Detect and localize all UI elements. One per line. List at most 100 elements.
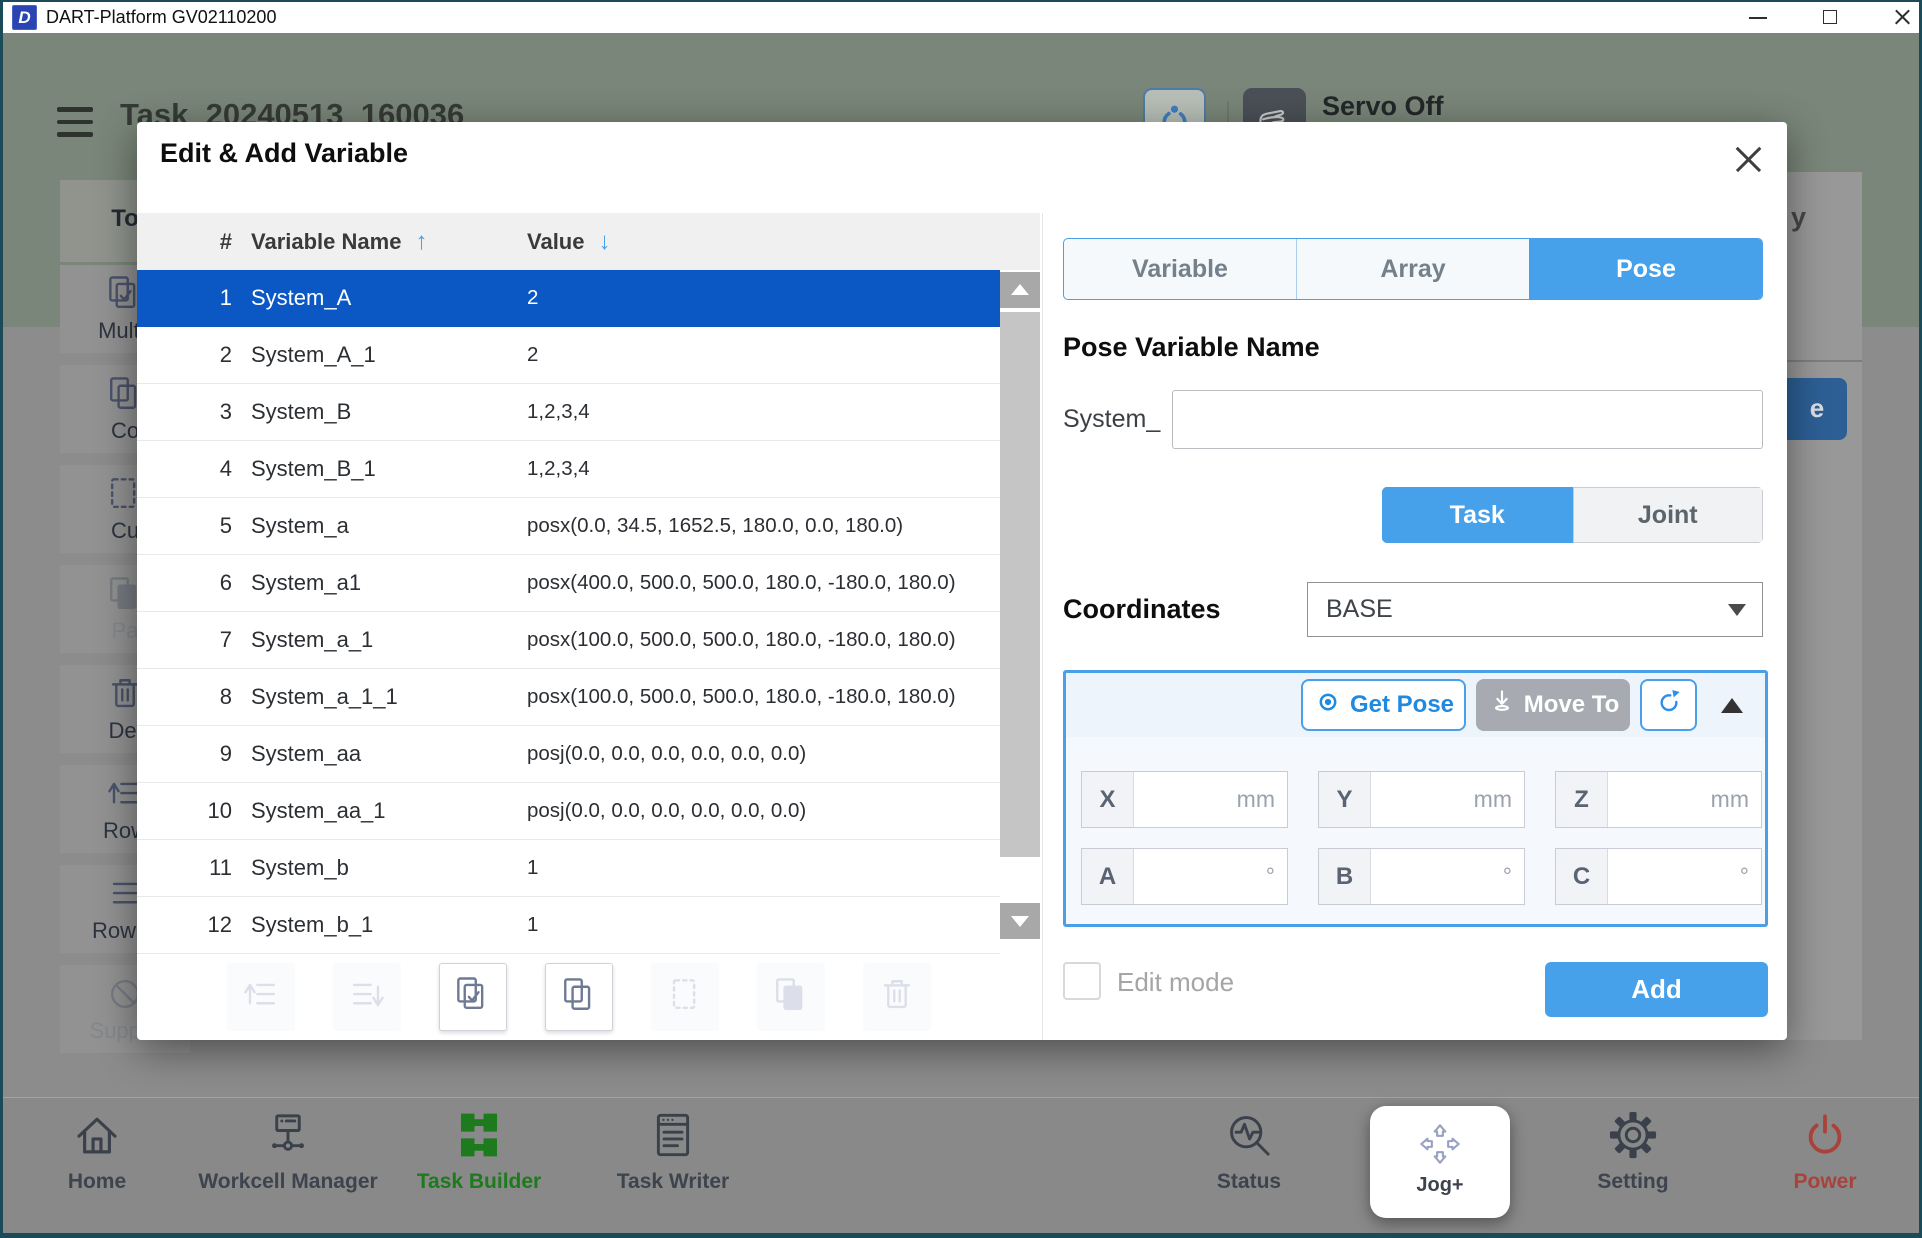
field-input-x[interactable] <box>1134 772 1237 827</box>
variable-name: System_b <box>232 855 508 881</box>
task-builder-icon <box>452 1108 506 1167</box>
variable-value: 1 <box>508 913 1000 937</box>
field-unit: ° <box>1503 849 1524 904</box>
logo-letter: D <box>18 8 30 27</box>
column-header-name: Variable Name <box>251 229 401 254</box>
field-input-c[interactable] <box>1608 849 1740 904</box>
field-input-z[interactable] <box>1608 772 1711 827</box>
tab-pose[interactable]: Pose <box>1529 239 1762 299</box>
row-number: 9 <box>137 741 232 767</box>
task-writer-icon <box>646 1108 700 1167</box>
field-input-b[interactable] <box>1371 849 1503 904</box>
duplicate-icon <box>769 973 813 1022</box>
variable-name: System_A <box>232 285 508 311</box>
nav-item-status[interactable]: Status <box>1129 1108 1369 1194</box>
bottom-navbar: HomeWorkcell ManagerTask BuilderTask Wri… <box>0 1097 1922 1233</box>
variable-name: System_a_1 <box>232 627 508 653</box>
tab-variable[interactable]: Variable <box>1064 239 1296 299</box>
field-unit: mm <box>1711 772 1761 827</box>
row-number: 2 <box>137 342 232 368</box>
table-row[interactable]: 1System_A2 <box>137 270 1000 327</box>
paste-button[interactable] <box>651 963 719 1031</box>
pose-panel-section: VariableArrayPose Pose Variable Name Sys… <box>1063 122 1768 1040</box>
field-unit: mm <box>1474 772 1524 827</box>
row-number: 12 <box>137 912 232 938</box>
field-label: B <box>1319 849 1371 904</box>
target-icon <box>1313 687 1350 724</box>
table-row[interactable]: 7System_a_1posx(100.0, 500.0, 500.0, 180… <box>137 612 1000 669</box>
variable-value: posx(100.0, 500.0, 500.0, 180.0, -180.0,… <box>508 685 1000 709</box>
table-row[interactable]: 8System_a_1_1posx(100.0, 500.0, 500.0, 1… <box>137 669 1000 726</box>
scrollbar-thumb[interactable] <box>1000 312 1040 857</box>
task-joint-toggle: TaskJoint <box>1382 487 1763 543</box>
pose-fields: XmmYmmZmmA°B°C° <box>1066 737 1765 925</box>
table-row[interactable]: 2System_A_12 <box>137 327 1000 384</box>
mode-tab-joint[interactable]: Joint <box>1573 487 1764 543</box>
scroll-down-button[interactable] <box>1000 903 1040 939</box>
home-icon <box>70 1108 124 1167</box>
coordinates-dropdown[interactable]: BASE <box>1307 582 1763 637</box>
field-input-a[interactable] <box>1134 849 1266 904</box>
field-input-y[interactable] <box>1371 772 1474 827</box>
duplicate-button[interactable] <box>757 963 825 1031</box>
copy-icon <box>557 973 601 1022</box>
collapse-panel-icon[interactable] <box>1721 698 1743 713</box>
pose-variable-name-heading: Pose Variable Name <box>1063 332 1320 363</box>
jog-dpad-icon <box>1417 1121 1463 1172</box>
row-number: 1 <box>137 285 232 311</box>
field-unit: ° <box>1266 849 1287 904</box>
background-right-panel: y e <box>1787 172 1862 1040</box>
variable-value: posx(400.0, 500.0, 500.0, 180.0, -180.0,… <box>508 571 1000 595</box>
servo-status: Servo Off <box>1322 91 1444 122</box>
variable-name: System_B <box>232 399 508 425</box>
refresh-pose-button[interactable] <box>1640 679 1697 731</box>
nav-item-task-writer[interactable]: Task Writer <box>553 1108 793 1194</box>
table-row[interactable]: 11System_b1 <box>137 840 1000 897</box>
sort-descending-icon[interactable]: ↓ <box>598 228 610 255</box>
table-row[interactable]: 3System_B1,2,3,4 <box>137 384 1000 441</box>
field-label: Z <box>1556 772 1608 827</box>
variable-value: 1,2,3,4 <box>508 457 1000 481</box>
field-label: X <box>1082 772 1134 827</box>
mode-tab-task[interactable]: Task <box>1382 487 1573 543</box>
add-button[interactable]: Add <box>1545 962 1768 1017</box>
maximize-button[interactable] <box>1810 2 1850 33</box>
ins-below-button[interactable] <box>333 963 401 1031</box>
table-row[interactable]: 5System_aposx(0.0, 34.5, 1652.5, 180.0, … <box>137 498 1000 555</box>
row-number: 5 <box>137 513 232 539</box>
get-pose-label: Get Pose <box>1350 691 1454 719</box>
tab-array[interactable]: Array <box>1296 239 1529 299</box>
move-to-button[interactable]: Move To <box>1476 679 1630 731</box>
variable-type-tabs: VariableArrayPose <box>1063 238 1763 300</box>
nav-label: Task Writer <box>553 1170 793 1194</box>
move-to-label: Move To <box>1524 691 1620 719</box>
field-unit: ° <box>1740 849 1761 904</box>
column-header-num: # <box>137 229 232 255</box>
pose-field-c: C° <box>1555 848 1762 905</box>
row-number: 3 <box>137 399 232 425</box>
table-row[interactable]: 4System_B_11,2,3,4 <box>137 441 1000 498</box>
copy-button[interactable] <box>545 963 613 1031</box>
edit-mode-checkbox[interactable] <box>1063 962 1101 1000</box>
variable-name-input[interactable] <box>1172 390 1763 449</box>
dialog-section-divider <box>1042 213 1043 1040</box>
nav-item-power[interactable]: Power <box>1705 1108 1922 1194</box>
nav-item-jog[interactable]: Jog+ <box>1370 1106 1510 1218</box>
minimize-button[interactable] <box>1738 2 1778 33</box>
table-row[interactable]: 9System_aaposj(0.0, 0.0, 0.0, 0.0, 0.0, … <box>137 726 1000 783</box>
sort-ascending-icon[interactable]: ↑ <box>415 228 427 255</box>
scroll-up-button[interactable] <box>1000 272 1040 308</box>
ins-above-button[interactable] <box>227 963 295 1031</box>
row-number: 10 <box>137 798 232 824</box>
background-save-button-fragment[interactable]: e <box>1787 378 1847 440</box>
close-window-button[interactable] <box>1882 2 1922 33</box>
menu-icon[interactable] <box>57 107 93 139</box>
trash-icon <box>875 973 919 1022</box>
trash-button[interactable] <box>863 963 931 1031</box>
table-row[interactable]: 12System_b_11 <box>137 897 1000 954</box>
row-number: 11 <box>137 855 232 881</box>
table-row[interactable]: 6System_a1posx(400.0, 500.0, 500.0, 180.… <box>137 555 1000 612</box>
table-row[interactable]: 10System_aa_1posj(0.0, 0.0, 0.0, 0.0, 0.… <box>137 783 1000 840</box>
copy-check-button[interactable] <box>439 963 507 1031</box>
get-pose-button[interactable]: Get Pose <box>1301 679 1466 731</box>
